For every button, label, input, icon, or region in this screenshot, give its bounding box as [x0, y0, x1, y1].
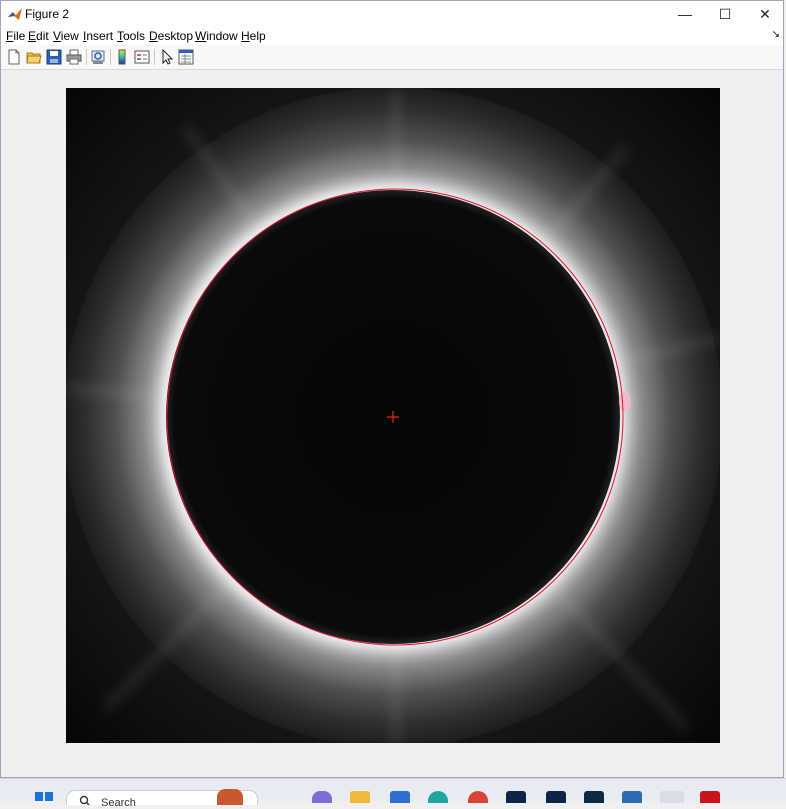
menu-tools[interactable]: Tools	[117, 29, 145, 43]
widgets-icon[interactable]	[217, 789, 243, 805]
eclipse-image	[66, 88, 720, 743]
colorbar-icon[interactable]	[113, 48, 131, 66]
menu-help-mnemonic: H	[241, 29, 250, 43]
print-preview-icon[interactable]	[89, 48, 107, 66]
app-icon[interactable]	[700, 791, 720, 803]
menu-view[interactable]: View	[53, 29, 79, 43]
menu-view-mnemonic: V	[53, 29, 61, 43]
store-icon[interactable]	[390, 791, 410, 803]
menu-tools-label: ools	[123, 29, 146, 43]
menu-edit-label: dit	[36, 29, 49, 43]
close-button[interactable]: ✕	[743, 1, 786, 27]
toolbar-separator	[86, 49, 87, 65]
menu-help-label: elp	[249, 29, 266, 43]
save-icon[interactable]	[45, 48, 63, 66]
figure-canvas	[1, 70, 783, 777]
menu-bar: File Edit View Insert Tools Desktop Wind…	[1, 27, 783, 45]
menu-edit-mnemonic: E	[28, 29, 37, 43]
menu-file-label: ile	[13, 29, 26, 43]
toolbar-separator	[110, 49, 111, 65]
taskbar: Search	[0, 778, 786, 809]
title-bar[interactable]: Figure 2 — ☐ ✕	[1, 1, 783, 27]
photoshop-icon[interactable]	[506, 791, 526, 803]
menu-help[interactable]: Help	[241, 29, 266, 43]
photoshop-icon-2[interactable]	[546, 791, 566, 803]
window-title: Figure 2	[25, 7, 70, 21]
search-icon	[79, 795, 90, 805]
edit-plot-arrow-icon[interactable]	[158, 48, 176, 66]
property-inspector-icon[interactable]	[177, 48, 195, 66]
figure-window: Figure 2 — ☐ ✕ File Edit View Insert Too…	[0, 0, 784, 778]
teams-icon[interactable]	[312, 791, 332, 803]
print-icon[interactable]	[65, 48, 83, 66]
menu-view-label: iew	[60, 29, 79, 43]
menu-edit[interactable]: Edit	[28, 29, 49, 43]
matlab-icon[interactable]	[660, 791, 684, 803]
maximize-button[interactable]: ☐	[703, 1, 747, 27]
search-text: Search	[101, 797, 136, 809]
menu-file[interactable]: File	[6, 29, 25, 43]
image-axes[interactable]	[66, 88, 720, 743]
open-file-icon[interactable]	[25, 48, 43, 66]
minimize-button[interactable]: —	[663, 1, 707, 27]
menu-window-mnemonic: W	[195, 29, 207, 43]
menu-insert-label: nsert	[86, 29, 114, 43]
menu-desktop-mnemonic: D	[149, 29, 158, 43]
chrome-icon[interactable]	[468, 791, 488, 803]
solar-prominence	[619, 392, 631, 412]
legend-icon[interactable]	[133, 48, 151, 66]
figure-toolbar	[1, 45, 783, 70]
new-figure-icon[interactable]	[5, 48, 23, 66]
menu-insert[interactable]: Insert	[83, 29, 113, 43]
toolbar-separator	[154, 49, 155, 65]
menu-window-label: indow	[206, 29, 238, 43]
matlab-logo-icon	[8, 8, 22, 20]
taskbar-search-box[interactable]: Search	[66, 789, 258, 809]
lightroom-icon[interactable]	[584, 791, 604, 803]
mail-icon[interactable]	[622, 791, 642, 803]
dock-arrow-icon[interactable]: ↘	[772, 29, 780, 40]
menu-desktop-label: esktop	[157, 29, 194, 43]
menu-desktop[interactable]: Desktop	[149, 29, 193, 43]
file-explorer-icon[interactable]	[350, 791, 370, 803]
edge-icon[interactable]	[428, 791, 448, 803]
menu-window[interactable]: Window	[195, 29, 238, 43]
